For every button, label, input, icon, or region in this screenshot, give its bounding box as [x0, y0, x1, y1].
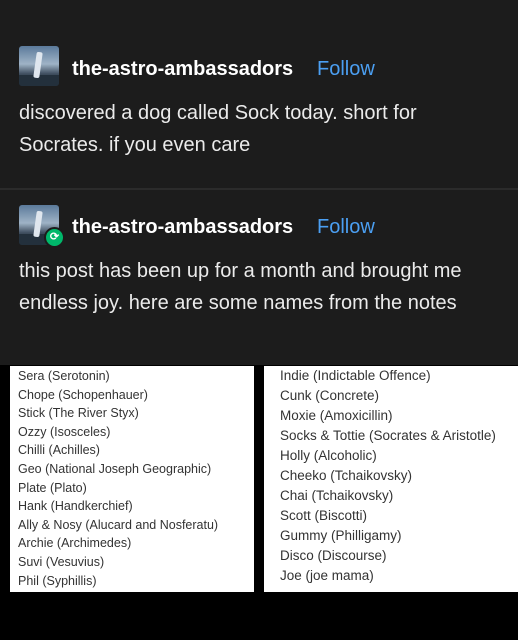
list-item: Cheeko (Tchaikovsky) [280, 468, 413, 483]
follow-button[interactable]: Follow [317, 58, 375, 81]
list-item: Suvi (Vesuvius) [18, 554, 105, 569]
list-item: Hank (Handkerchief) [18, 499, 133, 514]
post-username[interactable]: the-astro-ambassadors [72, 216, 293, 239]
list-item: Ally & Nosy (Alucard and Nosferatu) [18, 517, 219, 532]
list-item: Stick (The River Styx) [18, 406, 139, 421]
list-item: Gummy (Philligamy) [280, 528, 402, 543]
post-original: the-astro-ambassadors Follow discovered … [0, 0, 518, 188]
list-item: Holly (Alcoholic) [280, 448, 377, 463]
follow-button[interactable]: Follow [317, 216, 375, 239]
reblog-icon: ⟳ [44, 227, 65, 248]
post-username[interactable]: the-astro-ambassadors [72, 58, 293, 81]
list-item: Phil (Syphillis) [18, 573, 97, 588]
list-item: Chai (Tchaikovsky) [280, 488, 394, 503]
list-item: Scott (Biscotti) [280, 508, 368, 523]
list-item: Ozzy (Isosceles) [18, 424, 111, 439]
list-item: Plate (Plato) [18, 480, 87, 495]
post-body-text: this post has been up for a month and br… [19, 260, 462, 314]
list-item: Socks & Tottie (Socrates & Aristotle) [280, 428, 496, 443]
list-item: Indie (Indictable Offence) [280, 368, 431, 383]
post-reblog: ⟳ the-astro-ambassadors Follow this post… [0, 190, 518, 365]
list-item: Joe (joe mama) [280, 568, 374, 583]
names-list-right-image: Indie (Indictable Offence) Cunk (Concret… [264, 366, 518, 592]
list-item: Disco (Discourse) [280, 548, 387, 563]
list-item: Moxie (Amoxicillin) [280, 408, 393, 423]
list-item: Geo (National Joseph Geographic) [18, 461, 212, 476]
avatar[interactable] [19, 46, 59, 86]
list-item: Chope (Schopenhauer) [18, 387, 148, 402]
post-body-text: discovered a dog called Sock today. shor… [19, 102, 417, 156]
list-item: Sera (Serotonin) [18, 369, 110, 383]
list-item: Archie (Archimedes) [18, 536, 132, 551]
names-list-left-image: Sera (Serotonin) Chope (Schopenhauer) St… [10, 366, 254, 592]
list-item: Chilli (Achilles) [18, 443, 100, 458]
bottom-edge [0, 592, 518, 640]
list-item: Cunk (Concrete) [280, 388, 380, 403]
